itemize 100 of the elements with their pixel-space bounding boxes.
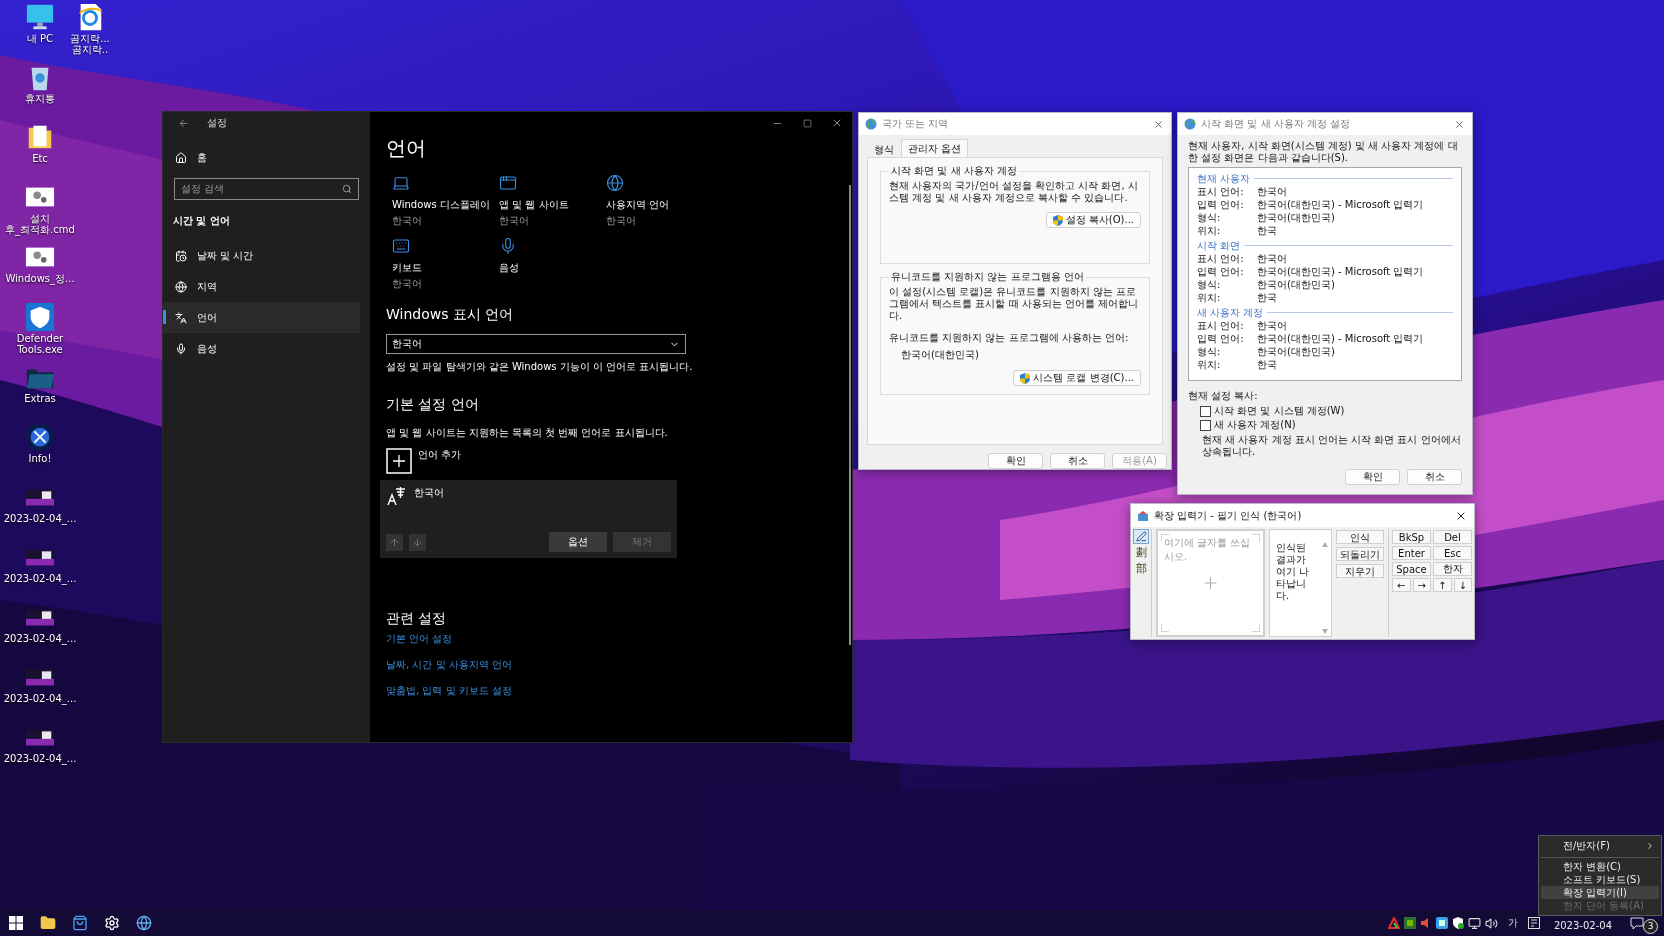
globe-icon [136, 915, 152, 931]
ime-indicator[interactable]: 가 [1507, 916, 1518, 930]
dialog-button[interactable]: 취소 [1407, 469, 1462, 485]
triangle-icon[interactable] [1387, 917, 1400, 929]
field-value: 한국어(대한민국) [1257, 344, 1335, 359]
field-value: 한국어(대한민국) - Microsoft 입력기 [1257, 264, 1424, 279]
taskbar-date[interactable]: 2023-02-04 [1553, 921, 1612, 931]
checkbox[interactable]: 새 사용자 계정(N) [1188, 418, 1472, 432]
plus-icon [386, 448, 412, 474]
icon-label[interactable]: Etc [32, 153, 48, 164]
menu-item[interactable]: 전/반자(F) [1541, 839, 1659, 858]
language-dropdown[interactable]: 한국어 [386, 334, 686, 354]
monitor-icon [25, 2, 55, 32]
handwriting-tool[interactable] [1133, 529, 1149, 544]
key-button[interactable]: Enter [1392, 546, 1431, 560]
tile-label[interactable]: 음성 [499, 261, 519, 275]
sidebar-item[interactable]: 언어 [163, 302, 360, 333]
field-label: 표시 언어: [1197, 251, 1245, 266]
dialog-button[interactable]: 확인 [988, 453, 1043, 469]
icon-label[interactable]: 2023-02-04_... [3, 693, 77, 704]
add-language-button[interactable]: 언어 추가 [386, 448, 852, 474]
field-value: 한국어 [1257, 251, 1287, 266]
home-item[interactable]: 홈 [163, 144, 360, 172]
tab[interactable]: 형식 [867, 142, 901, 157]
tile-label[interactable]: Windows 디스플레이 [392, 198, 490, 212]
dialog-button[interactable]: 취소 [1050, 453, 1105, 469]
key-button[interactable]: Space [1392, 562, 1431, 576]
tile-label[interactable]: 앱 및 웹 사이트 [499, 198, 569, 212]
network-icon[interactable] [1467, 916, 1481, 930]
scrollbar[interactable] [1321, 542, 1329, 634]
key-button[interactable]: ↓ [1453, 578, 1472, 592]
section-heading: Windows 표시 언어 [386, 306, 515, 324]
microphone-icon [175, 342, 187, 355]
key-button[interactable]: 한자 [1433, 562, 1472, 576]
key-button[interactable]: Esc [1433, 546, 1472, 560]
action-button[interactable]: 되돌리기 [1336, 547, 1384, 561]
section-title: 시작 화면 [1197, 238, 1241, 253]
tab[interactable]: 관리자 옵션 [901, 139, 969, 157]
back-icon[interactable] [178, 117, 189, 129]
description-text: 앱 및 웹 사이트는 지원하는 목록의 첫 번째 언어로 표시됩니다. [386, 426, 669, 440]
key-button[interactable]: BkSp [1392, 530, 1431, 544]
field-label: 유니코드를 지원하지 않는 프로그램에 사용하는 언어: [889, 332, 1130, 344]
scrollbar[interactable] [849, 185, 851, 645]
section-title: 새 사용자 계정 [1197, 305, 1264, 320]
options-button[interactable]: 옵션 [549, 532, 607, 552]
character-tool[interactable]: 部 [1133, 561, 1149, 576]
key-button[interactable]: Del [1433, 530, 1472, 544]
ime-pad-icon[interactable] [1527, 917, 1540, 929]
menu-item[interactable]: 확장 입력기(I) [1541, 886, 1659, 899]
icon-label[interactable]: Defender Tools.exe [16, 333, 64, 355]
shield-icon[interactable] [1451, 917, 1464, 929]
section-heading: 기본 설정 언어 [386, 396, 480, 414]
sidebar-item[interactable]: 음성 [163, 333, 360, 364]
field-label: 표시 언어: [1197, 184, 1245, 199]
icon-label[interactable]: Windows_정... [5, 273, 75, 284]
shield-button[interactable]: 설정 복사(O)... [1045, 212, 1141, 228]
settings-link[interactable]: 날짜, 시간 및 사용지역 언어 [386, 658, 512, 672]
key-button[interactable]: ← [1392, 578, 1411, 592]
search-field[interactable]: 설정 검색 [174, 178, 359, 200]
orb-icon [25, 422, 55, 452]
shield-button[interactable]: 시스템 로캘 변경(C)... [1013, 370, 1141, 386]
icon-label[interactable]: 내 PC [26, 33, 54, 44]
character-tool[interactable]: 劃 [1133, 545, 1149, 560]
key-button[interactable]: → [1412, 578, 1431, 592]
action-button[interactable]: 인식 [1336, 530, 1384, 544]
tile-label[interactable]: 사용지역 언어 [606, 198, 670, 212]
close-icon [1152, 118, 1164, 130]
menu-item[interactable]: 한자 변환(C) [1541, 860, 1659, 873]
icon-label[interactable]: 2023-02-04_... [3, 753, 77, 764]
dialog-button[interactable]: 확인 [1345, 469, 1400, 485]
icon-label[interactable]: Extras [24, 393, 56, 404]
checkbox[interactable]: 시작 화면 및 시스템 계정(W) [1188, 404, 1472, 418]
microphone-icon [499, 237, 517, 255]
tile-label[interactable]: 키보드 [392, 261, 422, 275]
section-heading: 관련 설정 [386, 610, 448, 628]
key-button[interactable]: ↑ [1433, 578, 1452, 592]
note-text: 현재 새 사용자 계정 표시 언어는 시작 화면 표시 언어에서 상속됩니다. [1201, 433, 1462, 459]
icon-label[interactable]: Info! [28, 453, 52, 464]
icon-label[interactable]: 2023-02-04_... [3, 573, 77, 584]
icon-label[interactable]: 설치 후_최적화.cmd [5, 213, 75, 235]
chip-icon[interactable] [1403, 917, 1416, 929]
settings-link[interactable]: 기본 언어 설정 [386, 632, 453, 646]
action-button[interactable]: 지우기 [1336, 564, 1384, 578]
field-value: 한국어(대한민국) - Microsoft 입력기 [1257, 331, 1424, 346]
field-label: 입력 언어: [1197, 264, 1245, 279]
notification-button[interactable]: 3 [1630, 912, 1658, 934]
field-label: 현재 설정 복사: [1187, 389, 1259, 403]
sidebar-item[interactable]: 지역 [163, 271, 360, 302]
icon-label[interactable]: 휴지통 [25, 93, 55, 104]
sidebar-item[interactable]: 날짜 및 시간 [163, 240, 360, 271]
app-icon[interactable] [1435, 917, 1448, 929]
description-text: 현재 사용자의 국가/언어 설정을 확인하고 시작 화면, 시스템 계정 및 새 사용자 계정으로 복사할 수 있습니다. [889, 180, 1139, 204]
arrow-down-icon [412, 536, 423, 548]
field-value: 한국어 [1257, 318, 1287, 333]
settings-link[interactable]: 맞춤법, 입력 및 키보드 설정 [386, 684, 512, 698]
menu-item[interactable]: 소프트 키보드(S) [1541, 873, 1659, 886]
icon-label[interactable]: 2023-02-04_... [3, 513, 77, 524]
icon-label[interactable]: 곰지락... 곰지락.. [70, 33, 110, 55]
volume-icon[interactable] [1484, 916, 1498, 930]
icon-label[interactable]: 2023-02-04_... [3, 633, 77, 644]
